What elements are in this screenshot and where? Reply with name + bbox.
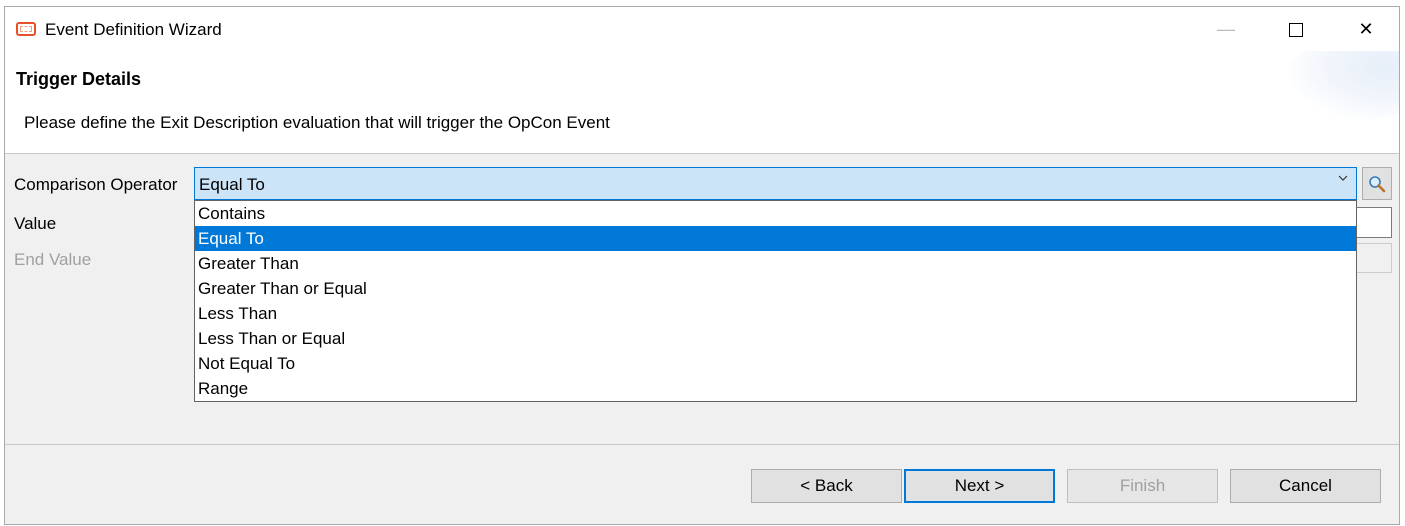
option-contains[interactable]: Contains (195, 201, 1356, 226)
option-range[interactable]: Range (195, 376, 1356, 401)
minimize-button[interactable]: — (1191, 7, 1261, 51)
option-greater-than[interactable]: Greater Than (195, 251, 1356, 276)
option-less-than[interactable]: Less Than (195, 301, 1356, 326)
finish-button: Finish (1067, 469, 1218, 503)
option-less-than-or-equal[interactable]: Less Than or Equal (195, 326, 1356, 351)
page-description: Please define the Exit Description evalu… (24, 113, 610, 132)
chevron-down-icon (1338, 175, 1348, 181)
value-field[interactable] (1354, 207, 1392, 238)
header-decoration (1289, 51, 1399, 121)
footer-divider (5, 444, 1399, 445)
maximize-button[interactable] (1261, 7, 1331, 51)
maximize-icon (1289, 23, 1303, 38)
comparison-operator-label: Comparison Operator (14, 175, 178, 194)
end-value-field (1354, 243, 1392, 273)
comparison-operator-select[interactable]: Equal To (194, 167, 1357, 200)
wizard-header: Trigger Details Please define the Exit D… (5, 51, 1399, 154)
comparison-operator-value: Equal To (199, 175, 265, 194)
cancel-button[interactable]: Cancel (1230, 469, 1381, 503)
close-button[interactable]: ✕ (1331, 7, 1401, 51)
back-button[interactable]: < Back (751, 469, 902, 503)
title-bar: Event Definition Wizard — ✕ (5, 7, 1399, 51)
app-icon (16, 22, 36, 36)
lookup-button[interactable] (1362, 167, 1392, 200)
window-title: Event Definition Wizard (45, 20, 222, 39)
value-label: Value (14, 214, 57, 233)
option-equal-to[interactable]: Equal To (195, 226, 1356, 251)
wizard-window: Event Definition Wizard — ✕ Trigger Deta… (4, 6, 1400, 525)
magnifier-icon (1369, 176, 1386, 193)
page-title: Trigger Details (16, 69, 142, 89)
option-greater-than-or-equal[interactable]: Greater Than or Equal (195, 276, 1356, 301)
option-not-equal-to[interactable]: Not Equal To (195, 351, 1356, 376)
end-value-label: End Value (14, 250, 92, 269)
next-button[interactable]: Next > (904, 469, 1055, 503)
comparison-operator-dropdown[interactable]: Contains Equal To Greater Than Greater T… (194, 200, 1357, 402)
